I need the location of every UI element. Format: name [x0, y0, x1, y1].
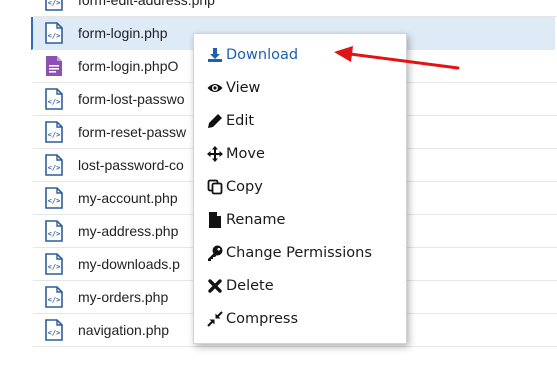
menu-item-download[interactable]: Download — [206, 42, 298, 68]
file-name: form-lost-passwo — [78, 91, 185, 107]
menu-item-delete[interactable]: Delete — [206, 273, 274, 299]
svg-text:</>: </> — [48, 329, 61, 337]
file-name: my-account.php — [78, 190, 178, 206]
php-file-icon: </> — [43, 121, 65, 143]
menu-item-label: Copy — [226, 179, 263, 195]
key-icon — [206, 245, 223, 262]
menu-item-view[interactable]: View — [206, 75, 260, 101]
file-name: form-edit-address.php — [78, 0, 215, 8]
menu-item-label: Download — [226, 47, 299, 63]
download-icon — [206, 47, 223, 64]
svg-text:</>: </> — [48, 32, 61, 40]
file-name: my-address.php — [78, 223, 179, 239]
svg-text:</>: </> — [48, 98, 61, 106]
file-name: form-reset-passw — [78, 124, 187, 140]
php-file-icon: </> — [43, 0, 65, 11]
menu-item-edit[interactable]: Edit — [206, 108, 254, 134]
svg-text:</>: </> — [48, 263, 61, 271]
file-icon — [206, 212, 223, 229]
compress-icon — [206, 311, 223, 328]
php-file-icon: </> — [43, 220, 65, 242]
menu-item-rename[interactable]: Rename — [206, 207, 285, 233]
menu-item-change-permissions[interactable]: Change Permissions — [206, 240, 372, 266]
file-name: form-login.phpO — [78, 58, 179, 74]
menu-item-label: View — [226, 80, 261, 96]
php-file-icon: </> — [43, 187, 65, 209]
file-name: form-login.php — [78, 25, 168, 41]
menu-item-label: Move — [226, 146, 265, 162]
eye-icon — [206, 80, 223, 97]
x-icon — [206, 278, 223, 295]
move-icon — [206, 146, 223, 163]
svg-text:</>: </> — [48, 164, 61, 172]
pencil-icon — [206, 113, 223, 130]
svg-text:</>: </> — [48, 197, 61, 205]
php-file-icon: </> — [43, 22, 65, 44]
menu-item-label: Delete — [226, 278, 274, 294]
menu-item-copy[interactable]: Copy — [206, 174, 263, 200]
svg-text:</>: </> — [48, 131, 61, 139]
php-file-icon: </> — [43, 88, 65, 110]
svg-text:</>: </> — [48, 0, 61, 7]
svg-text:</>: </> — [48, 230, 61, 238]
menu-item-compress[interactable]: Compress — [206, 306, 298, 332]
file-name: lost-password-co — [78, 157, 184, 173]
copy-icon — [206, 179, 223, 196]
php-file-icon: </> — [43, 154, 65, 176]
menu-item-label: Change Permissions — [226, 245, 372, 261]
php-file-icon: </> — [43, 286, 65, 308]
php-file-icon: </> — [43, 253, 65, 275]
svg-text:</>: </> — [48, 296, 61, 304]
context-menu: Download View Edit Move Copy Rename Chan… — [193, 33, 407, 344]
php-file-icon: </> — [43, 319, 65, 341]
menu-item-label: Rename — [226, 212, 286, 228]
menu-item-label: Compress — [226, 311, 298, 327]
generic-file-icon — [43, 55, 65, 77]
file-name: navigation.php — [78, 322, 170, 338]
file-name: my-orders.php — [78, 289, 169, 305]
menu-item-move[interactable]: Move — [206, 141, 265, 167]
file-name: my-downloads.p — [78, 256, 180, 272]
menu-item-label: Edit — [226, 113, 255, 129]
file-row[interactable]: </> form-edit-address.php — [33, 0, 557, 17]
